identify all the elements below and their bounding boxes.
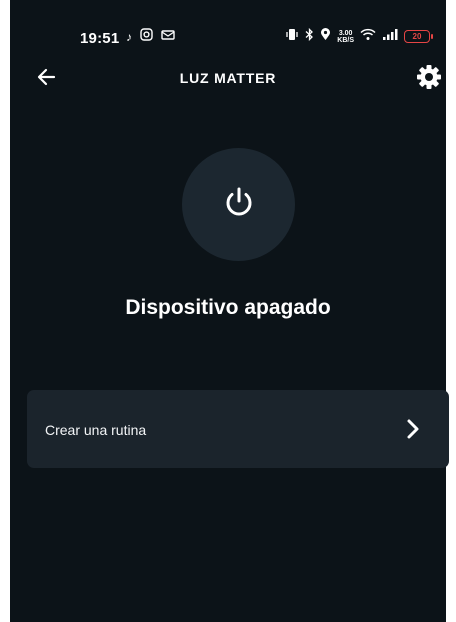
page-title: LUZ MATTER (179, 70, 277, 86)
network-speed-unit: KB/S (337, 36, 354, 44)
app-screen: 19:51 ♪ 3.00 KB/S 20 LUZ MATTER Disposit… (10, 0, 449, 622)
vibrate-icon (285, 28, 299, 45)
location-icon (320, 28, 331, 45)
battery-indicator: 20 (404, 30, 433, 43)
tiktok-icon: ♪ (126, 29, 132, 44)
message-icon (161, 29, 175, 45)
power-icon (221, 184, 257, 225)
network-speed: 3.00 KB/S (337, 30, 354, 44)
power-button[interactable] (182, 148, 295, 261)
status-time: 19:51 (80, 30, 120, 47)
network-speed-value: 3.00 (338, 29, 353, 37)
instagram-icon (140, 28, 153, 45)
create-routine-label: Crear una rutina (45, 422, 147, 438)
create-routine-button[interactable]: Crear una rutina (27, 390, 449, 468)
system-icons: 3.00 KB/S 20 (285, 27, 433, 45)
battery-level: 20 (412, 32, 422, 41)
signal-icon (382, 28, 398, 45)
chevron-right-icon (403, 418, 423, 440)
wifi-icon (360, 28, 376, 45)
status-bar: 19:51 ♪ 3.00 KB/S 20 (10, 0, 446, 60)
bluetooth-icon (305, 27, 314, 45)
app-header: LUZ MATTER (10, 56, 446, 96)
device-status: Dispositivo apagado (125, 296, 331, 319)
notification-icons: ♪ (126, 28, 175, 45)
gear-icon[interactable] (414, 62, 444, 92)
